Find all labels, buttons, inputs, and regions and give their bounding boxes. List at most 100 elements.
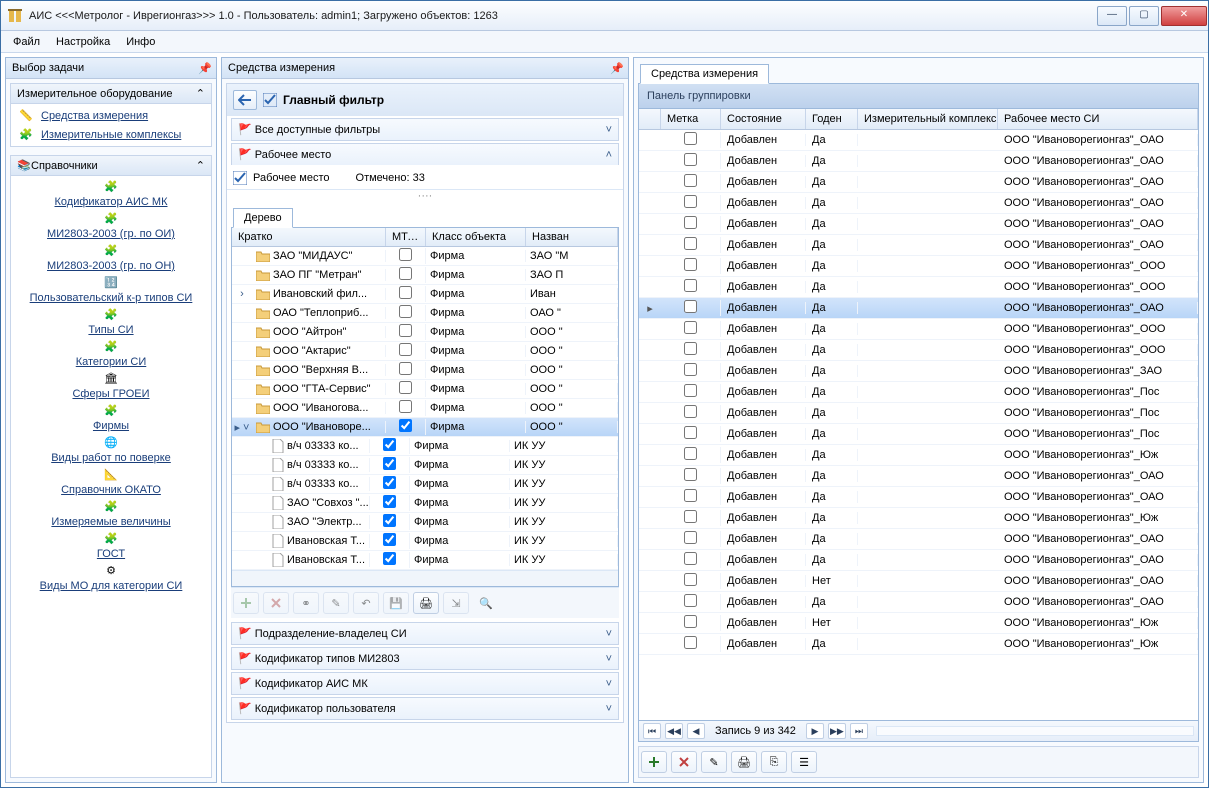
tree-row[interactable]: Ивановская Т...ФирмаИК УУ bbox=[232, 532, 618, 551]
grid-row[interactable]: ДобавленДаООО "Ивановорегионгаз"_Юж bbox=[639, 445, 1198, 466]
grid-row[interactable]: ДобавленДаООО "Ивановорегионгаз"_ЗАО bbox=[639, 361, 1198, 382]
col-mark[interactable]: Метка bbox=[661, 109, 721, 129]
mark-checkbox[interactable] bbox=[684, 426, 697, 439]
mark-checkbox[interactable] bbox=[684, 636, 697, 649]
print-button[interactable]: 🖨 bbox=[731, 751, 757, 773]
catalog-item[interactable]: 🏛Сферы ГРОЕИ bbox=[11, 370, 211, 402]
grid-row[interactable]: ДобавленДаООО "Ивановорегионгаз"_Пос bbox=[639, 403, 1198, 424]
mark-checkbox[interactable] bbox=[684, 237, 697, 250]
save-button[interactable]: 💾 bbox=[383, 592, 409, 614]
mark-checkbox[interactable] bbox=[684, 615, 697, 628]
delete-button[interactable] bbox=[671, 751, 697, 773]
mterr-checkbox[interactable] bbox=[399, 248, 412, 261]
col-complex[interactable]: Измерительный комплекс bbox=[858, 109, 998, 129]
catalog-item[interactable]: 🧩Измеряемые величины bbox=[11, 498, 211, 530]
menu-settings[interactable]: Настройка bbox=[48, 34, 118, 50]
mark-checkbox[interactable] bbox=[684, 342, 697, 355]
mterr-checkbox[interactable] bbox=[399, 400, 412, 413]
grid-row[interactable]: ДобавленДаООО "Ивановорегионгаз"_Пос bbox=[639, 424, 1198, 445]
next-button[interactable]: ▶ bbox=[806, 723, 824, 739]
filter-collapsed[interactable]: 🚩 Кодификатор АИС МК˅ bbox=[231, 672, 619, 695]
link-button[interactable]: ⚭ bbox=[293, 592, 319, 614]
grid-row[interactable]: ДобавленНетООО "Ивановорегионгаз"_ОАО bbox=[639, 571, 1198, 592]
tree-row[interactable]: ЗАО ПГ "Метран"ФирмаЗАО П bbox=[232, 266, 618, 285]
delete-button[interactable] bbox=[263, 592, 289, 614]
next-page-button[interactable]: ▶▶ bbox=[828, 723, 846, 739]
menu-file[interactable]: Файл bbox=[5, 34, 48, 50]
catalog-item[interactable]: ⚙Виды МО для категории СИ bbox=[11, 562, 211, 594]
mark-checkbox[interactable] bbox=[684, 447, 697, 460]
section-equipment-header[interactable]: Измерительное оборудование⌃ bbox=[11, 84, 211, 104]
last-page-button[interactable]: ⏭ bbox=[850, 723, 868, 739]
add-button[interactable] bbox=[233, 592, 259, 614]
mterr-checkbox[interactable] bbox=[399, 286, 412, 299]
minimize-button[interactable]: — bbox=[1097, 6, 1127, 26]
mterr-checkbox[interactable] bbox=[383, 476, 396, 489]
mark-checkbox[interactable] bbox=[684, 573, 697, 586]
mterr-checkbox[interactable] bbox=[383, 552, 396, 565]
back-button[interactable] bbox=[233, 90, 257, 110]
mark-checkbox[interactable] bbox=[684, 489, 697, 502]
mark-checkbox[interactable] bbox=[684, 216, 697, 229]
catalog-item[interactable]: 🧩Типы СИ bbox=[11, 306, 211, 338]
catalog-item[interactable]: 🧩Категории СИ bbox=[11, 338, 211, 370]
expand-icon[interactable]: › bbox=[232, 288, 252, 300]
edit-button[interactable]: ✎ bbox=[323, 592, 349, 614]
mark-checkbox[interactable] bbox=[684, 153, 697, 166]
tree-row[interactable]: в/ч 03333 ко...ФирмаИК УУ bbox=[232, 456, 618, 475]
group-panel[interactable]: Панель группировки bbox=[638, 83, 1199, 109]
expand-icon[interactable]: ▸ ˅ bbox=[232, 421, 252, 434]
mark-checkbox[interactable] bbox=[684, 468, 697, 481]
mterr-checkbox[interactable] bbox=[383, 438, 396, 451]
mark-checkbox[interactable] bbox=[684, 510, 697, 523]
catalog-item[interactable]: 🧩Кодификатор АИС МК bbox=[11, 178, 211, 210]
col-class[interactable]: Класс объекта bbox=[426, 228, 526, 246]
close-button[interactable]: ✕ bbox=[1161, 6, 1207, 26]
mark-checkbox[interactable] bbox=[684, 531, 697, 544]
grid-row[interactable]: ДобавленДаООО "Ивановорегионгаз"_ОАО bbox=[639, 529, 1198, 550]
mterr-checkbox[interactable] bbox=[399, 305, 412, 318]
mterr-checkbox[interactable] bbox=[383, 457, 396, 470]
resize-handle[interactable]: ···· bbox=[227, 190, 623, 202]
mark-checkbox[interactable] bbox=[684, 363, 697, 376]
section-catalogs-header[interactable]: 📚 Справочники⌃ bbox=[11, 156, 211, 176]
grid-row[interactable]: ДобавленДаООО "Ивановорегионгаз"_ООО bbox=[639, 256, 1198, 277]
filter-collapsed[interactable]: 🚩 Кодификатор типов МИ2803˅ bbox=[231, 647, 619, 670]
mark-checkbox[interactable] bbox=[684, 132, 697, 145]
mterr-checkbox[interactable] bbox=[399, 419, 412, 432]
catalog-item[interactable]: 🔢Пользовательский к-р типов СИ bbox=[11, 274, 211, 306]
tree-row[interactable]: ›Ивановский фил...ФирмаИван bbox=[232, 285, 618, 304]
grid-row[interactable]: ДобавленДаООО "Ивановорегионгаз"_ОАО bbox=[639, 235, 1198, 256]
mterr-checkbox[interactable] bbox=[383, 495, 396, 508]
mark-checkbox[interactable] bbox=[684, 405, 697, 418]
mterr-checkbox[interactable] bbox=[383, 514, 396, 527]
tree-button[interactable]: ⇲ bbox=[443, 592, 469, 614]
col-state[interactable]: Состояние bbox=[721, 109, 806, 129]
maximize-button[interactable]: ▢ bbox=[1129, 6, 1159, 26]
copy-button[interactable]: ⎘ bbox=[761, 751, 787, 773]
mark-checkbox[interactable] bbox=[684, 384, 697, 397]
menu-info[interactable]: Инфо bbox=[118, 34, 163, 50]
catalog-item[interactable]: 🧩МИ2803-2003 (гр. по ОН) bbox=[11, 242, 211, 274]
sidebar-link[interactable]: 📏Средства измерения bbox=[11, 106, 211, 125]
grid-row[interactable]: ДобавленДаООО "Ивановорегионгаз"_ОАО bbox=[639, 151, 1198, 172]
tree-row[interactable]: Ивановская Т...ФирмаИК УУ bbox=[232, 551, 618, 570]
print-button[interactable]: 🖨 bbox=[413, 592, 439, 614]
tree-row[interactable]: ОАО "Теплоприб...ФирмаОАО " bbox=[232, 304, 618, 323]
mterr-checkbox[interactable] bbox=[399, 362, 412, 375]
grid-row[interactable]: ДобавленДаООО "Ивановорегионгаз"_ОАО bbox=[639, 466, 1198, 487]
grid-row[interactable]: ДобавленДаООО "Ивановорегионгаз"_ОАО bbox=[639, 550, 1198, 571]
mark-checkbox[interactable] bbox=[684, 594, 697, 607]
col-name[interactable]: Назван bbox=[526, 228, 618, 246]
grid-row[interactable]: ДобавленДаООО "Ивановорегионгаз"_ОАО bbox=[639, 214, 1198, 235]
grid-row[interactable]: ▸ДобавленДаООО "Ивановорегионгаз"_ОАО bbox=[639, 298, 1198, 319]
mark-checkbox[interactable] bbox=[684, 300, 697, 313]
grid-tab[interactable]: Средства измерения bbox=[640, 64, 769, 84]
grid-row[interactable]: ДобавленДаООО "Ивановорегионгаз"_ОАО bbox=[639, 193, 1198, 214]
catalog-item[interactable]: 🌐Виды работ по поверке bbox=[11, 434, 211, 466]
grid-row[interactable]: ДобавленДаООО "Ивановорегионгаз"_ОАО bbox=[639, 487, 1198, 508]
col-place[interactable]: Рабочее место СИ bbox=[998, 109, 1198, 129]
grid-row[interactable]: ДобавленДаООО "Ивановорегионгаз"_Пос bbox=[639, 382, 1198, 403]
tree-hscroll[interactable] bbox=[232, 570, 618, 586]
mark-checkbox[interactable] bbox=[684, 174, 697, 187]
